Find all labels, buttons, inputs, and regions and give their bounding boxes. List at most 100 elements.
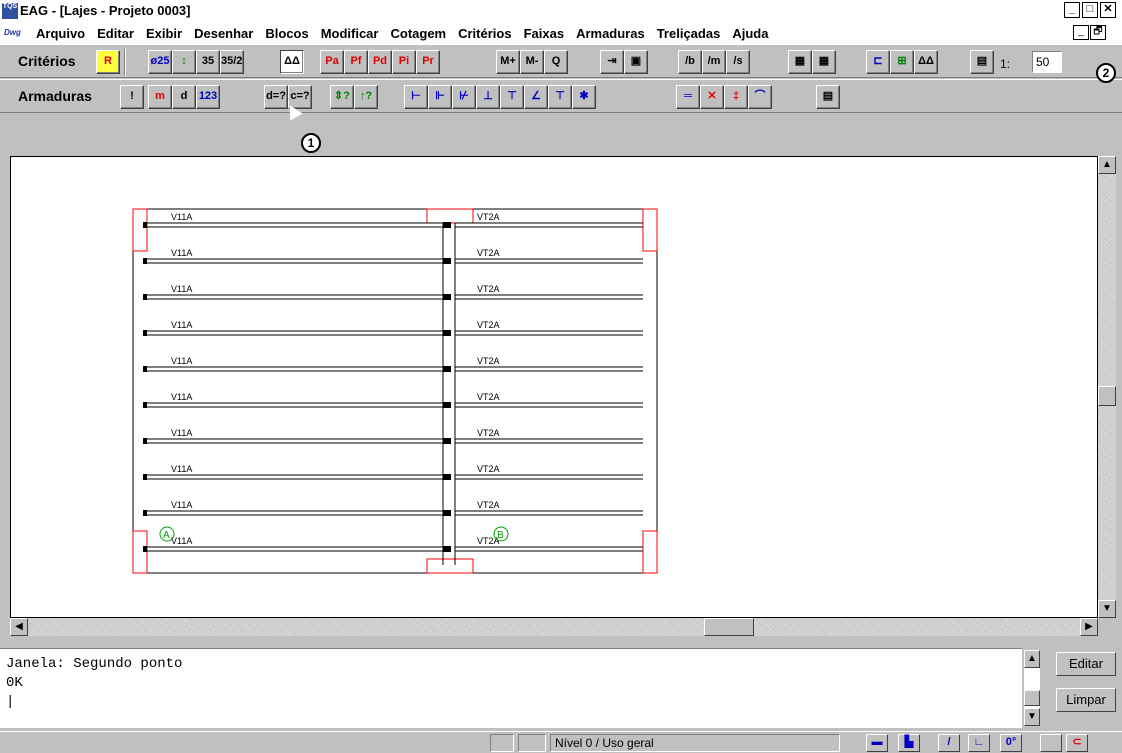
command-scroll-down-icon[interactable]: ▼ (1024, 708, 1040, 726)
menu-desenhar[interactable]: Desenhar (188, 26, 259, 41)
spacing-query-button[interactable]: ⇕? (330, 85, 354, 109)
bar-end-left-2 (143, 294, 147, 300)
slash-s-button[interactable]: /s (726, 50, 750, 74)
up-query-button[interactable]: ↑? (354, 85, 378, 109)
bar-button[interactable]: ! (120, 85, 144, 109)
scroll-left-icon[interactable]: ◀ (10, 618, 28, 636)
equal-button[interactable]: ═ (676, 85, 700, 109)
bar-m-button[interactable]: m (148, 85, 172, 109)
corner-button[interactable]: ⊏ (866, 50, 890, 74)
maximize-button[interactable]: □ (1082, 2, 1098, 18)
pf-button[interactable]: Pf (344, 50, 368, 74)
menu-criterios[interactable]: Critérios (452, 26, 517, 41)
menu-armaduras[interactable]: Armaduras (570, 26, 651, 41)
bar-label-left-4: V11A (171, 356, 192, 366)
menu-blocos[interactable]: Blocos (259, 26, 314, 41)
pi-button[interactable]: Pi (392, 50, 416, 74)
list-button[interactable]: ▤ (970, 50, 994, 74)
menu-trelicadas[interactable]: Treliçadas (651, 26, 727, 41)
scale-input[interactable] (1032, 51, 1062, 73)
scroll-down-icon[interactable]: ▼ (1098, 600, 1116, 618)
clear-button[interactable]: Limpar (1056, 688, 1116, 712)
pa-button[interactable]: Pa (320, 50, 344, 74)
d-query-button[interactable]: d=? (264, 85, 288, 109)
shear-button[interactable]: Q (544, 50, 568, 74)
spacing-button[interactable]: ↕ (172, 50, 196, 74)
delete-bar-button[interactable]: ✕ (700, 85, 724, 109)
menu-modificar[interactable]: Modificar (315, 26, 385, 41)
moment-positive-button[interactable]: M+ (496, 50, 520, 74)
table-1-button[interactable]: ▦ (788, 50, 812, 74)
annotation-two: 2 (1096, 63, 1116, 83)
bar-label-right-3: VT2A (477, 320, 500, 330)
layer-icon[interactable]: ▙ (898, 734, 920, 752)
drawing-canvas[interactable]: V11A VT2A V11A VT2A V11A VT2A V11A VT2A V11A VT2A… (10, 156, 1098, 618)
menu-cotagem[interactable]: Cotagem (384, 26, 452, 41)
moment-negative-button[interactable]: M- (520, 50, 544, 74)
document-icon[interactable]: Dwg (4, 25, 26, 41)
slash-m-button[interactable]: /m (702, 50, 726, 74)
split-bar-button[interactable]: ‡ (724, 85, 748, 109)
slash-b-button[interactable]: /b (678, 50, 702, 74)
bar-star-button[interactable]: ✱ (572, 85, 596, 109)
command-input[interactable]: | (6, 693, 1016, 712)
bar-cross-button[interactable]: ⊥ (476, 85, 500, 109)
horizontal-scrollbar[interactable]: ◀ ▶ (10, 618, 1098, 636)
grid-button[interactable]: ⊞ (890, 50, 914, 74)
bar-t-button[interactable]: ⊤ (548, 85, 572, 109)
ortho-icon[interactable]: / (938, 734, 960, 752)
bar-end-mid-1 (443, 258, 451, 264)
angle-icon[interactable]: 0° (1000, 734, 1022, 752)
bar-label-left-7: V11A (171, 464, 192, 474)
bar-end-mid-2 (443, 294, 451, 300)
vertical-scroll-thumb[interactable] (1098, 386, 1116, 406)
list-armaduras-button[interactable]: ▤ (816, 85, 840, 109)
horizontal-scroll-thumb[interactable] (704, 618, 754, 636)
bar-d-button[interactable]: d (172, 85, 196, 109)
magnet-icon[interactable]: ⊂ (1066, 734, 1088, 752)
cover-35-25-button[interactable]: 35/25 (220, 50, 244, 74)
mdi-minimize-button[interactable]: _ (1073, 25, 1089, 40)
triangles-button[interactable]: ΔΔ (280, 50, 304, 74)
menu-exibir[interactable]: Exibir (140, 26, 188, 41)
table-2-button[interactable]: ▦ (812, 50, 836, 74)
minimize-button[interactable]: _ (1064, 2, 1080, 18)
status-panel-1 (490, 734, 514, 752)
menu-ajuda[interactable]: Ajuda (726, 26, 774, 41)
level-panel[interactable]: Nível 0 / Uso geral (550, 734, 840, 752)
scroll-up-icon[interactable]: ▲ (1098, 156, 1116, 174)
menu-editar[interactable]: Editar (91, 26, 140, 41)
blank-icon[interactable] (1040, 734, 1062, 752)
command-scroll-up-icon[interactable]: ▲ (1024, 650, 1040, 668)
mdi-restore-button[interactable]: 🗗 (1090, 25, 1106, 40)
pr-button[interactable]: Pr (416, 50, 440, 74)
vertical-scrollbar[interactable]: ▲ ▼ (1098, 156, 1116, 618)
bar-bent-button[interactable]: ⊬ (452, 85, 476, 109)
close-button[interactable]: ✕ (1100, 2, 1116, 18)
line-style-icon[interactable]: ▬ (866, 734, 888, 752)
frame-button[interactable]: ▣ (624, 50, 648, 74)
pd-button[interactable]: Pd (368, 50, 392, 74)
hook-button[interactable]: ⌒ (748, 85, 772, 109)
insert-button[interactable]: ⇥ (600, 50, 624, 74)
edit-button[interactable]: Editar (1056, 652, 1116, 676)
snap-icon[interactable]: ∟ (968, 734, 990, 752)
bar-double-button[interactable]: ⊩ (428, 85, 452, 109)
cover-35-button[interactable]: 35 (196, 50, 220, 74)
bar-top-button[interactable]: ⊤ (500, 85, 524, 109)
command-scroll-thumb[interactable] (1024, 690, 1040, 706)
scroll-right-icon[interactable]: ▶ (1080, 618, 1098, 636)
bar-diameter-button[interactable]: ø25 (148, 50, 172, 74)
bar-end-left-7 (143, 474, 147, 480)
triangles-2-button[interactable]: ΔΔ (914, 50, 938, 74)
menu-arquivo[interactable]: Arquivo (30, 26, 91, 41)
command-area[interactable]: Janela: Segundo ponto 0K | (0, 648, 1022, 728)
bar-left-button[interactable]: ⊢ (404, 85, 428, 109)
status-panel-2 (518, 734, 546, 752)
menu-faixas[interactable]: Faixas (518, 26, 570, 41)
criteria-r-button[interactable]: R (96, 50, 120, 74)
bar-angle-button[interactable]: ∠ (524, 85, 548, 109)
numbering-button[interactable]: 123 (196, 85, 220, 109)
command-scrollbar[interactable]: ▲ ▼ (1024, 650, 1040, 726)
bar-end-left-6 (143, 438, 147, 444)
